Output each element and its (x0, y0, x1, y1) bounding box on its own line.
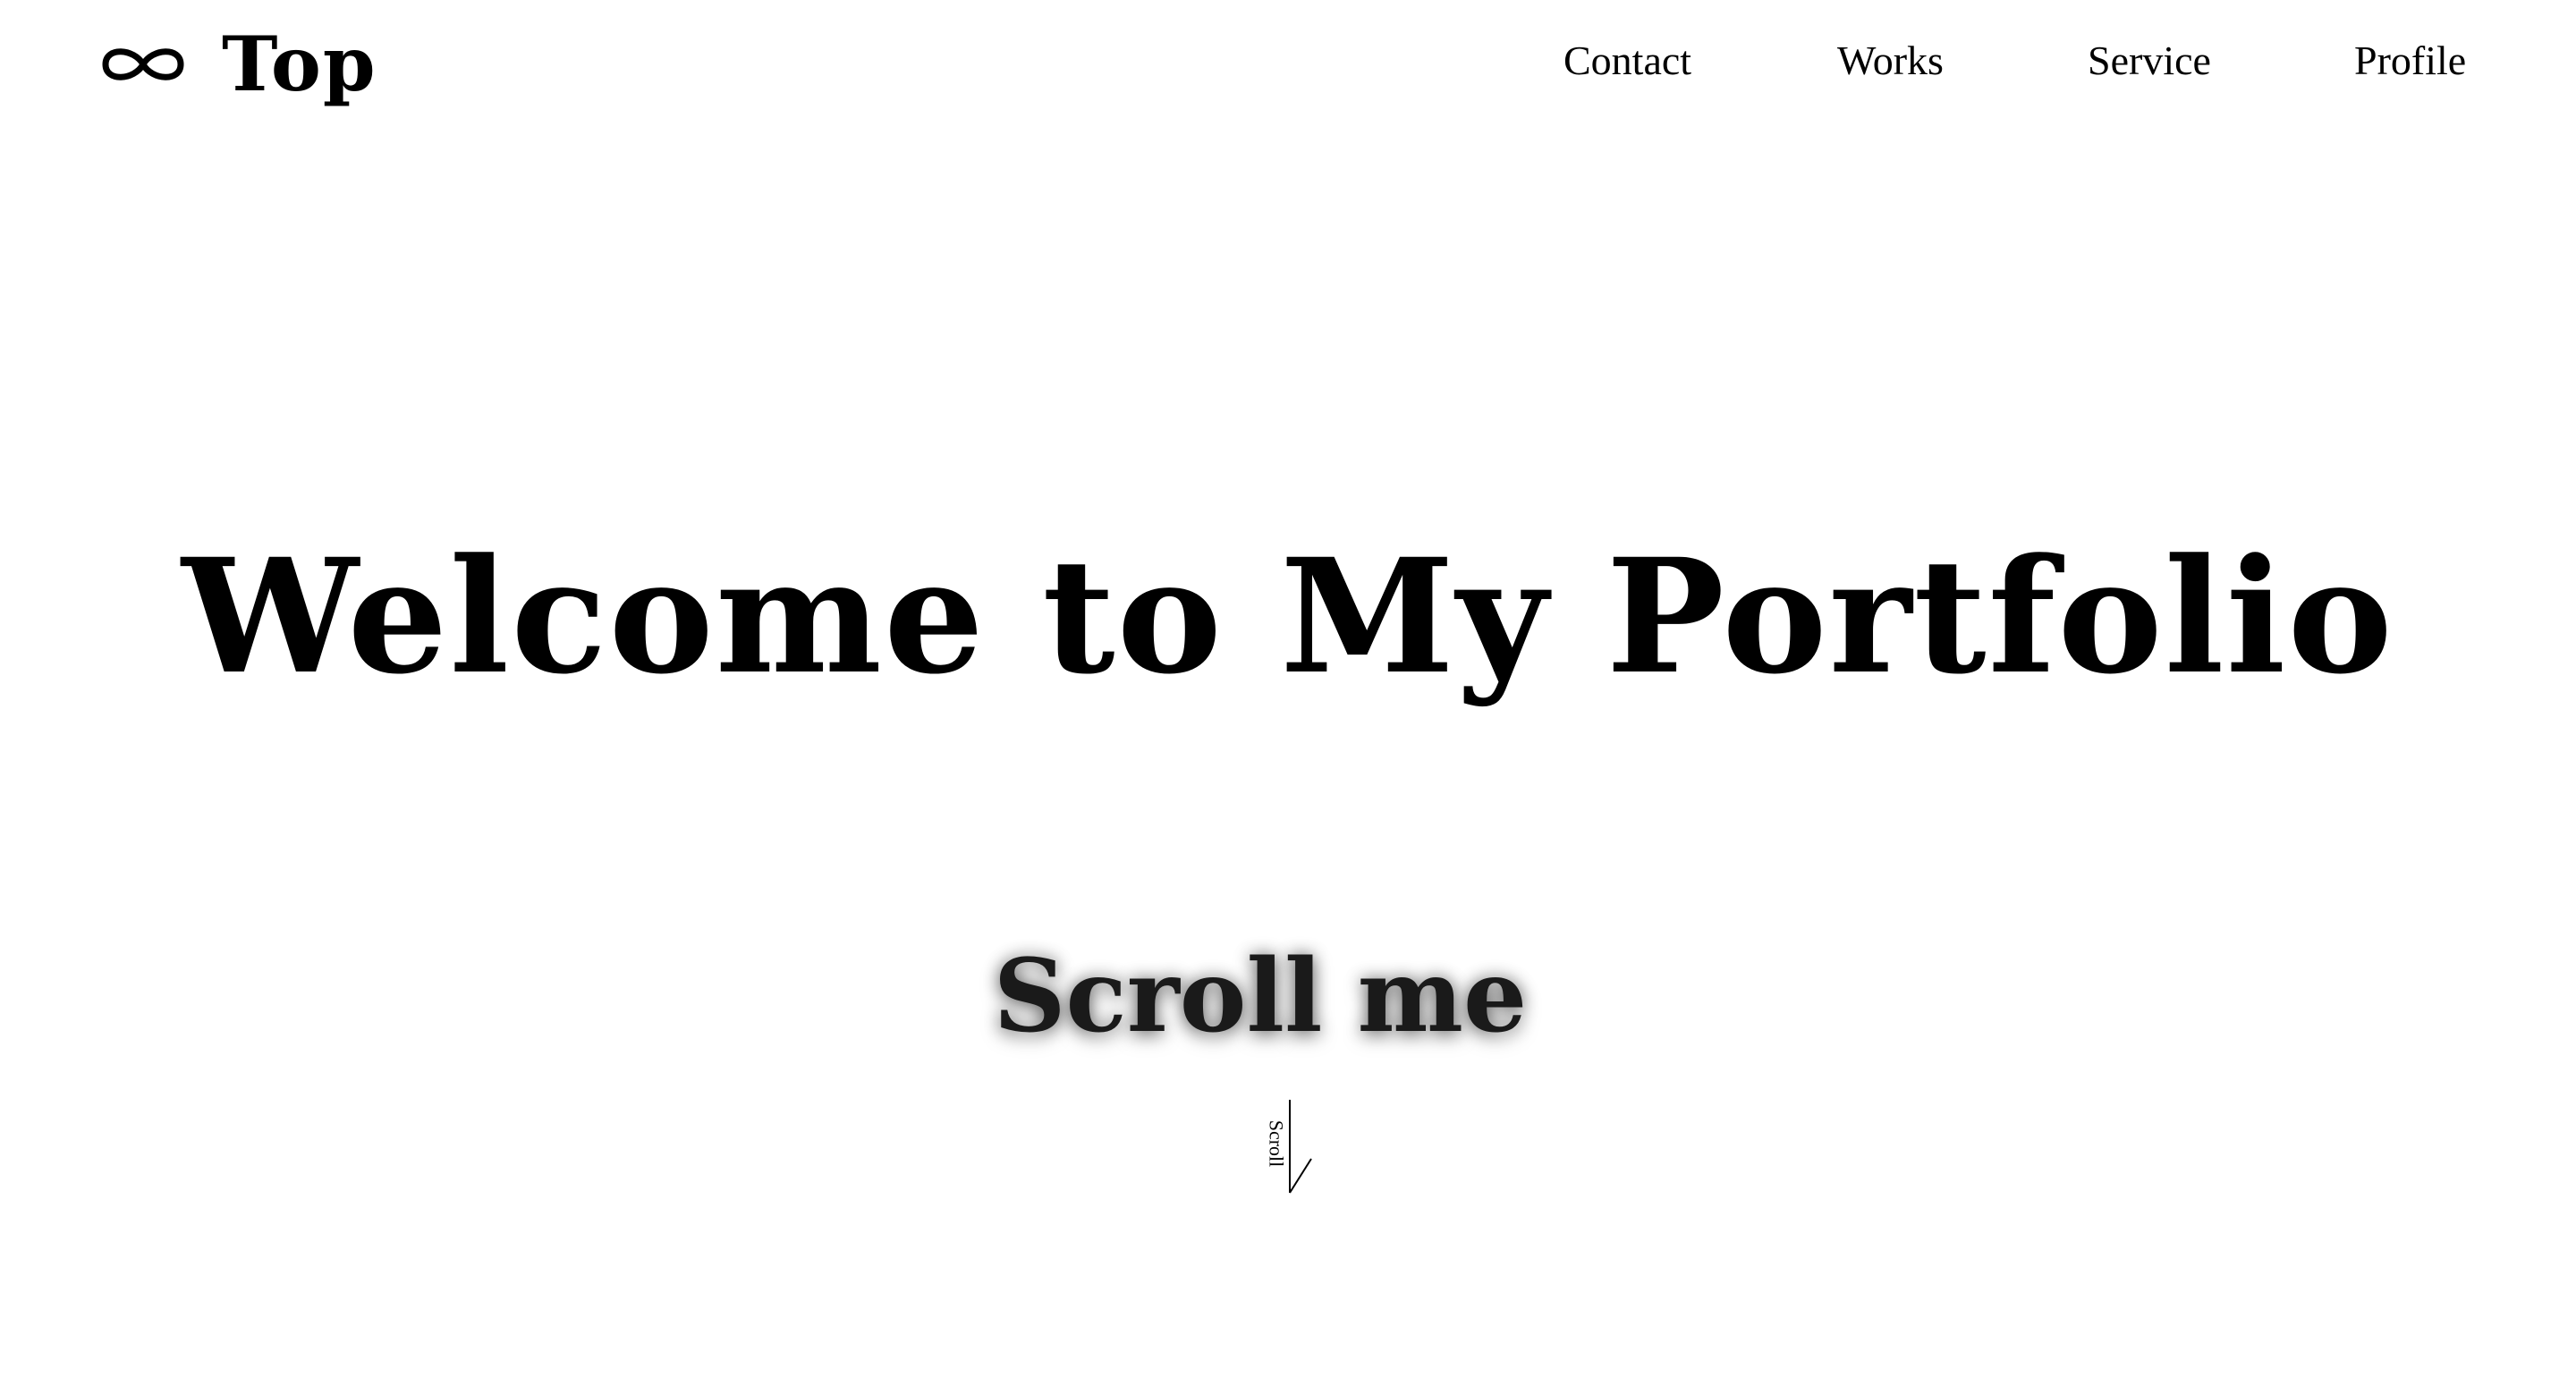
nav-item-works[interactable]: Works (1837, 34, 1944, 88)
scroll-down-arrow-icon (1283, 1098, 1318, 1196)
hero-subtitle: Scroll me (993, 938, 1528, 1055)
nav-item-service[interactable]: Service (2088, 34, 2211, 88)
scroll-indicator[interactable]: Scroll (1254, 1098, 1317, 1196)
hero-title: Welcome to My Portfolio (182, 524, 2394, 709)
nav-item-profile[interactable]: Profile (2354, 34, 2466, 88)
nav-item-contact[interactable]: Contact (1563, 34, 1691, 88)
site-header: Top Contact Works Service Profile (0, 0, 2576, 125)
main-nav: Contact Works Service Profile (0, 34, 2576, 88)
